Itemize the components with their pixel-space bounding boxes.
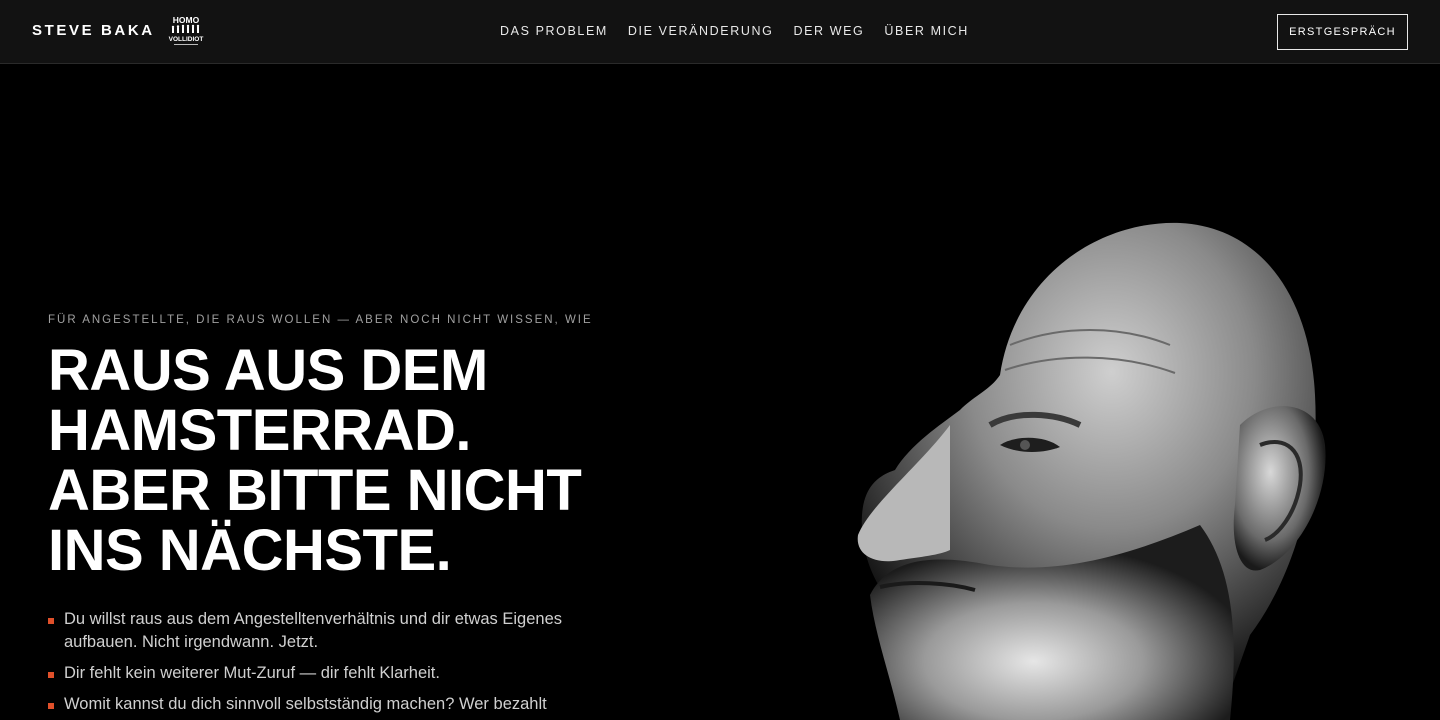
- bullet-text: Womit kannst du dich sinnvoll selbststän…: [64, 695, 547, 713]
- nav-die-veraenderung[interactable]: DIE VERÄNDERUNG: [628, 24, 774, 38]
- logo-line-2: VOLLIDIOT: [169, 36, 204, 43]
- logo-underline: [174, 44, 198, 45]
- headline-line-2: HAMSTERRAD.: [48, 398, 472, 463]
- bullet-square-icon: [48, 618, 54, 624]
- portrait-image: [857, 222, 1326, 720]
- bullet-text: Du willst raus aus dem Angestelltenverhä…: [64, 610, 563, 651]
- bullet-square-icon: [48, 703, 54, 709]
- erstgespraech-button[interactable]: ERSTGESPRÄCH: [1277, 14, 1408, 50]
- nav-ueber-mich[interactable]: ÜBER MICH: [884, 24, 969, 38]
- bullet-item: Dir fehlt kein weiterer Mut-Zuruf — dir …: [48, 662, 588, 685]
- nav-der-weg[interactable]: DER WEG: [793, 24, 864, 38]
- homo-vollidiot-logo[interactable]: HOMO VOLLIDIOT: [168, 14, 204, 50]
- headline-line-1: RAUS AUS DEM: [48, 338, 488, 403]
- bullet-text: Dir fehlt kein weiterer Mut-Zuruf — dir …: [64, 664, 440, 682]
- nav-das-problem[interactable]: DAS PROBLEM: [500, 24, 608, 38]
- evolution-silhouettes-icon: [171, 24, 200, 33]
- site-header: STEVE BAKA HOMO VOLLIDIOT DAS PROBLEM DI…: [0, 0, 1440, 64]
- bullet-item: Womit kannst du dich sinnvoll selbststän…: [48, 693, 588, 716]
- headline-line-3: ABER BITTE NICHT: [48, 458, 582, 523]
- logo-line-1: HOMO: [173, 15, 200, 25]
- main-nav: DAS PROBLEM DIE VERÄNDERUNG DER WEG ÜBER…: [500, 24, 969, 38]
- hero-eyebrow: FÜR ANGESTELLTE, DIE RAUS WOLLEN — ABER …: [48, 314, 593, 326]
- brand-name[interactable]: STEVE BAKA: [32, 22, 155, 39]
- hero-section: FÜR ANGESTELLTE, DIE RAUS WOLLEN — ABER …: [0, 65, 1440, 720]
- bullet-item: Du willst raus aus dem Angestelltenverhä…: [48, 608, 588, 654]
- headline-line-4: INS NÄCHSTE.: [48, 518, 452, 583]
- bullet-square-icon: [48, 672, 54, 678]
- hero-bullet-list: Du willst raus aus dem Angestelltenverhä…: [48, 608, 588, 720]
- hero-headline: RAUS AUS DEM HAMSTERRAD. ABER BITTE NICH…: [48, 341, 648, 581]
